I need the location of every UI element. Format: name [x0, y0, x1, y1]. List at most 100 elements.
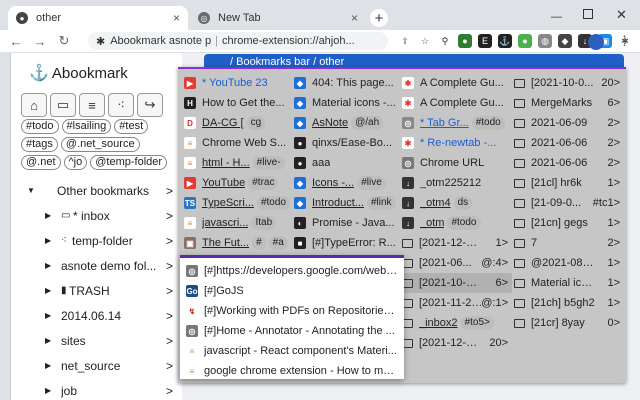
close-tab-icon[interactable]: × [351, 11, 358, 25]
bookmark-item[interactable]: [21cr] 8yay 0> [514, 313, 624, 333]
dots-icon[interactable]: ⁖ [108, 93, 134, 117]
tag-chip[interactable]: @.net [21, 155, 61, 170]
bookmark-item[interactable]: 2021-06-09 2> [514, 113, 624, 133]
collapsed-triangle-icon[interactable]: ▶ [45, 336, 51, 345]
collapsed-triangle-icon[interactable]: ▶ [45, 361, 51, 370]
bookmark-item[interactable]: 2021-06-06 2> [514, 153, 624, 173]
search-result-item[interactable]: ↯ [#]Working with PDFs on Repositories... [186, 302, 398, 320]
bookmark-item[interactable]: ▣ The Fut... # #a [184, 233, 290, 253]
minimize-icon[interactable]: — [551, 11, 562, 23]
expanded-triangle-icon[interactable]: ▼ [27, 186, 35, 195]
tag-chip[interactable]: #todo [447, 216, 481, 230]
evernote-icon[interactable]: E [478, 34, 492, 48]
tag-chip[interactable]: #todo [21, 119, 59, 134]
tree-open-arrow[interactable]: > [166, 209, 173, 223]
reload-icon[interactable]: ↻ [52, 33, 76, 49]
home-icon[interactable]: ⌂ [21, 93, 47, 117]
forward-icon[interactable]: → [28, 34, 52, 49]
tree-open-arrow[interactable]: > [166, 259, 173, 273]
collapsed-triangle-icon[interactable]: ▶ [45, 211, 51, 220]
tag-chip[interactable]: cg [246, 116, 266, 130]
bookmark-item[interactable]: ◆ 404: This page... [294, 73, 398, 93]
tab-other[interactable]: ● other × [8, 6, 188, 30]
maximize-icon[interactable] [583, 9, 593, 19]
bookmark-item[interactable]: H How to Get the... [184, 93, 290, 113]
tree-node-sites[interactable]: ▶ sites > [11, 328, 183, 353]
tag-chip[interactable]: #lsailing [61, 119, 112, 134]
bookmark-item[interactable]: ◆ Introduct... #link [294, 193, 398, 213]
tag-chip[interactable]: @/ah [351, 116, 384, 130]
bookmark-item[interactable]: ▶ * YouTube 23 [184, 73, 290, 93]
bookmark-item[interactable]: ✱ * Re-newtab -... [402, 133, 512, 153]
bookmark-item[interactable]: [21cn] gegs 1> [514, 213, 624, 233]
search-result-item[interactable]: ◎ [#]https://developers.google.com/web/..… [186, 262, 398, 280]
tag-chip[interactable]: #todo [471, 116, 505, 130]
bookmark-item[interactable]: ↓ _otm225212 [402, 173, 512, 193]
tag-chip[interactable]: #link [366, 196, 396, 210]
tree-open-arrow[interactable]: > [166, 234, 173, 248]
collapsed-triangle-icon[interactable]: ▶ [45, 236, 51, 245]
tag-chip[interactable]: #test [114, 119, 149, 134]
bookmark-item[interactable]: ◆ Icons -... #live [294, 173, 398, 193]
collapsed-triangle-icon[interactable]: ▶ [45, 261, 51, 270]
back-icon[interactable]: ← [4, 34, 28, 49]
tag-chip[interactable]: #to5> [460, 316, 494, 330]
pin-icon[interactable]: ⚲ [438, 34, 452, 48]
bookmark-item[interactable]: [21-09-0... #tc1> [514, 193, 624, 213]
tree-node-net-source[interactable]: ▶ net_source > [11, 353, 183, 378]
new-tab-button[interactable]: + [370, 9, 388, 27]
bookmark-item[interactable]: ■ [#]TypeError: R... [294, 233, 398, 253]
bookmark-item[interactable]: [2021-11-21]... @:1> [402, 293, 512, 313]
bookmark-item[interactable]: ✱ A Complete Gu... [402, 93, 512, 113]
circle-ext-icon[interactable]: ◍ [538, 34, 552, 48]
bookmark-item[interactable]: @2021-08-2... 1> [514, 253, 624, 273]
collapsed-triangle-icon[interactable]: ▶ [45, 386, 51, 395]
star-icon[interactable]: ☆ [418, 34, 432, 48]
share-icon[interactable]: ↪ [137, 93, 163, 117]
bookmark-item[interactable]: ● aaa [294, 153, 398, 173]
tag-chip[interactable]: #trac [248, 176, 279, 190]
profile-avatar[interactable] [588, 34, 604, 50]
collapsed-triangle-icon[interactable]: ▶ [45, 286, 51, 295]
tree-node-other-bookmarks[interactable]: ▼ Other bookmarks > [11, 178, 183, 203]
tree-open-arrow[interactable]: > [166, 334, 173, 348]
bookmark-item[interactable]: ≡ javascri... Itab [184, 213, 290, 233]
tag-chip[interactable]: #tags [21, 137, 58, 152]
tag-chip[interactable]: #live [357, 176, 386, 190]
bookmark-item[interactable]: ◆ AsNote @/ah [294, 113, 398, 133]
tag-chip[interactable]: ^jo [63, 155, 88, 170]
tree-open-arrow[interactable]: > [166, 284, 173, 298]
search-result-item[interactable]: ◎ [#]Home - Annotator - Annotating the ..… [186, 322, 398, 340]
tag-chip[interactable]: #live- [252, 156, 285, 170]
bookmark-item[interactable]: ◎ Chrome URL [402, 153, 512, 173]
search-result-item[interactable]: ≡ javascript - React component's Materi..… [186, 342, 398, 360]
tree-node-2014-06-14[interactable]: ▶ 2014.06.14 > [11, 303, 183, 328]
tag-chip[interactable]: @temp-folder [90, 155, 168, 170]
bookmark-item[interactable]: D DA-CG [cg [184, 113, 290, 133]
tree-open-arrow[interactable]: > [166, 359, 173, 373]
bookmark-item[interactable]: ↓ _otm #todo [402, 213, 512, 233]
anchor-ext-icon[interactable]: ⚓ [498, 34, 512, 48]
tree-node-inbox[interactable]: ▶ ▭ * inbox > [11, 203, 183, 228]
window-close-icon[interactable]: ✕ [616, 7, 627, 23]
sort-icon[interactable]: ≡ [79, 93, 105, 117]
search-result-item[interactable]: Go [#]GoJS [186, 282, 398, 300]
bookmark-item[interactable]: ↓ _otm4 ds [402, 193, 512, 213]
bookmark-item[interactable]: [21cl] hr6k 1> [514, 173, 624, 193]
tag-chip[interactable]: Itab [251, 216, 277, 230]
collapsed-triangle-icon[interactable]: ▶ [45, 311, 51, 320]
bookmark-item[interactable]: ✱ A Complete Gu... [402, 73, 512, 93]
tree-node-asnote-demo[interactable]: ▶ asnote demo fol... > [11, 253, 183, 278]
bookmark-item[interactable]: TS TypeScri... #todo [184, 193, 290, 213]
tree-node-job[interactable]: ▶ job > [11, 378, 183, 400]
tree-open-arrow[interactable]: > [166, 309, 173, 323]
bookmark-item[interactable]: Material icon... 1> [514, 273, 624, 293]
tree-node-temp-folder[interactable]: ▶ ⁖ temp-folder > [11, 228, 183, 253]
bookmark-item[interactable]: ● qinxs/Ease-Bo... [294, 133, 398, 153]
tag-chip[interactable]: #todo [256, 196, 290, 210]
bookmark-item[interactable]: [21ch] b5gh2 1> [514, 293, 624, 313]
bookmark-item[interactable]: [2021-12-08]... 1> [402, 233, 512, 253]
tree-node-trash[interactable]: ▶ ▮ TRASH > [11, 278, 183, 303]
tag-chip[interactable]: # [252, 236, 266, 250]
address-bar[interactable]: ✱ Abookmark asnote p | chrome-extension:… [88, 32, 388, 50]
